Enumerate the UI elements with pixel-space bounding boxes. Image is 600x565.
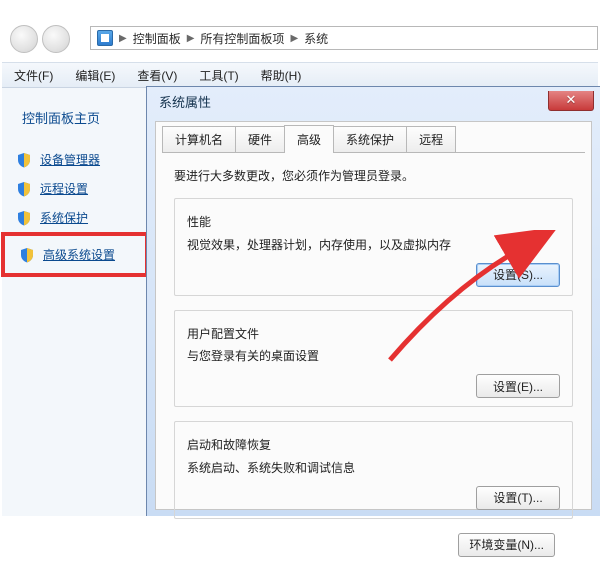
group-title: 用户配置文件 [187, 323, 560, 346]
sidebar-item-label: 远程设置 [40, 180, 88, 197]
settings-performance-button[interactable]: 设置(S)... [476, 263, 560, 287]
close-button[interactable]: ✕ [548, 91, 594, 111]
dialog-body: 计算机名 硬件 高级 系统保护 远程 要进行大多数更改，您必须作为管理员登录。 … [155, 121, 592, 510]
menu-edit[interactable]: 编辑(E) [75, 67, 115, 84]
group-title: 性能 [187, 211, 560, 234]
sidebar-item-device-manager[interactable]: 设备管理器 [2, 145, 148, 174]
tab-protection[interactable]: 系统保护 [333, 126, 407, 152]
group-desc: 系统启动、系统失败和调试信息 [187, 457, 560, 480]
group-startup: 启动和故障恢复 系统启动、系统失败和调试信息 设置(T)... [174, 421, 573, 519]
sidebar-item-label: 设备管理器 [40, 151, 100, 168]
tab-remote[interactable]: 远程 [406, 126, 456, 152]
shield-icon [16, 181, 32, 197]
nav-forward-button[interactable] [42, 25, 70, 53]
group-desc: 与您登录有关的桌面设置 [187, 345, 560, 368]
shield-icon [19, 247, 35, 263]
highlight-annotation: 高级系统设置 [1, 232, 149, 277]
sidebar-item-label: 系统保护 [40, 209, 88, 226]
sidebar-item-remote[interactable]: 远程设置 [2, 174, 148, 203]
group-title: 启动和故障恢复 [187, 434, 560, 457]
dialog-title: 系统属性 [159, 92, 548, 111]
tab-hardware[interactable]: 硬件 [235, 126, 285, 152]
menu-tools[interactable]: 工具(T) [199, 67, 238, 84]
settings-startup-button[interactable]: 设置(T)... [476, 486, 560, 510]
breadcrumb-item[interactable]: 系统 [304, 30, 328, 47]
sidebar: 控制面板主页 设备管理器 远程设置 系统保护 高级系统设置 [2, 88, 148, 516]
shield-icon [16, 152, 32, 168]
tab-advanced[interactable]: 高级 [284, 125, 334, 153]
breadcrumb-item[interactable]: 所有控制面板项 [200, 30, 284, 47]
breadcrumb-item[interactable]: 控制面板 [133, 30, 181, 47]
breadcrumb[interactable]: ▶ 控制面板 ▶ 所有控制面板项 ▶ 系统 [90, 26, 598, 50]
tab-content-advanced: 要进行大多数更改，您必须作为管理员登录。 性能 视觉效果，处理器计划，内存使用，… [156, 153, 591, 565]
menu-bar: 文件(F) 编辑(E) 查看(V) 工具(T) 帮助(H) [2, 62, 598, 88]
tab-computer-name[interactable]: 计算机名 [162, 126, 236, 152]
menu-help[interactable]: 帮助(H) [261, 67, 302, 84]
chevron-right-icon: ▶ [187, 33, 195, 44]
menu-view[interactable]: 查看(V) [137, 67, 177, 84]
tab-strip: 计算机名 硬件 高级 系统保护 远程 [156, 122, 591, 152]
sidebar-item-label: 高级系统设置 [43, 246, 115, 263]
chevron-right-icon: ▶ [119, 33, 127, 44]
chevron-right-icon: ▶ [290, 33, 298, 44]
nav-back-button[interactable] [10, 25, 38, 53]
nav-buttons [10, 25, 70, 53]
admin-note: 要进行大多数更改，您必须作为管理员登录。 [174, 167, 573, 184]
sidebar-item-protection[interactable]: 系统保护 [2, 203, 148, 232]
env-vars-button[interactable]: 环境变量(N)... [458, 533, 555, 557]
menu-file[interactable]: 文件(F) [14, 67, 53, 84]
group-desc: 视觉效果，处理器计划，内存使用，以及虚拟内存 [187, 234, 560, 257]
control-panel-icon [97, 30, 113, 46]
group-user-profile: 用户配置文件 与您登录有关的桌面设置 设置(E)... [174, 310, 573, 408]
system-properties-dialog: 系统属性 ✕ 计算机名 硬件 高级 系统保护 远程 要进行大多数更改，您必须作为… [146, 86, 600, 516]
group-performance: 性能 视觉效果，处理器计划，内存使用，以及虚拟内存 设置(S)... [174, 198, 573, 296]
sidebar-title: 控制面板主页 [2, 98, 148, 145]
sidebar-item-advanced[interactable]: 高级系统设置 [5, 240, 145, 269]
settings-profile-button[interactable]: 设置(E)... [476, 374, 560, 398]
shield-icon [16, 210, 32, 226]
